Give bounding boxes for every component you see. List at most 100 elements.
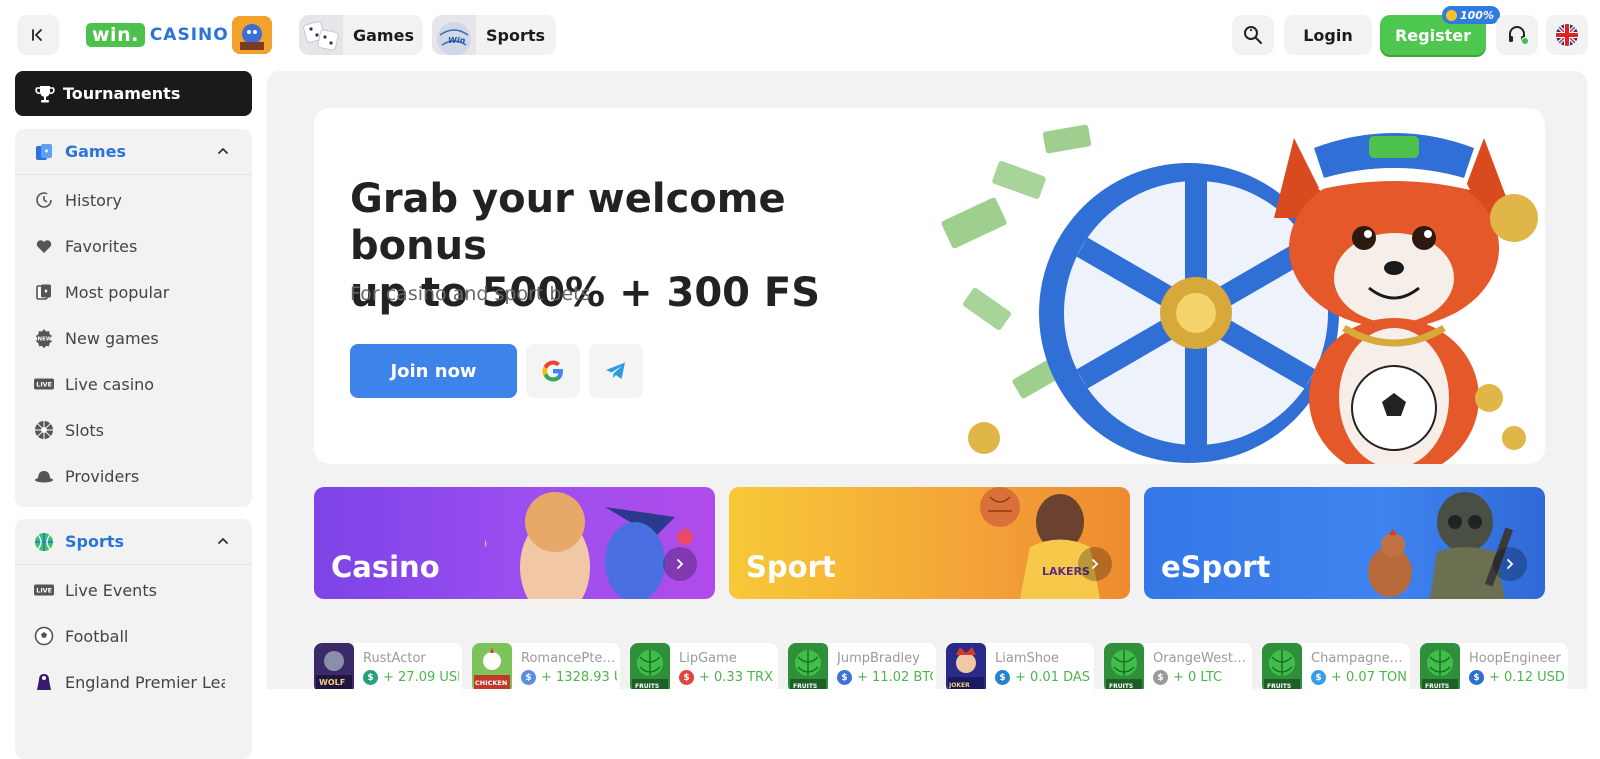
sidebar-item-history[interactable]: History [15, 177, 252, 223]
support-button[interactable] [1496, 15, 1538, 55]
language-button[interactable] [1546, 15, 1588, 55]
nav-sports-label: Sports [486, 25, 546, 45]
hero-title-line-1: Grab your welcome bonus [350, 176, 786, 269]
site-logo[interactable]: win. CASINO [86, 21, 229, 49]
currency-coin-icon: $ [1469, 670, 1484, 685]
win-amount: $ + 27.09 USDT [363, 670, 459, 685]
dice-icon [299, 15, 343, 55]
nav-games-label: Games [353, 25, 414, 45]
currency-coin-icon: $ [995, 670, 1010, 685]
telegram-login-button[interactable] [589, 344, 643, 398]
win-amount-value: + 11.02 BTC [857, 670, 933, 685]
telegram-icon [606, 362, 625, 379]
sidebar-item-label: Providers [65, 466, 140, 486]
svg-text:Win: Win [448, 36, 466, 45]
game-thumbnail[interactable]: FRUITS [1420, 643, 1460, 689]
svg-text:FRUITS: FRUITS [1425, 683, 1449, 689]
sidebar-item-label: Most popular [65, 282, 170, 302]
currency-coin-icon: $ [521, 670, 536, 685]
sidebar-item-providers[interactable]: Providers [15, 453, 252, 499]
recent-win-card[interactable]: FRUITS LipGame $ + 0.33 TRX [630, 643, 778, 689]
svg-text:WOLF: WOLF [319, 678, 345, 687]
svg-text:FRUITS: FRUITS [1109, 683, 1133, 689]
games-group-header[interactable]: Games [15, 129, 252, 175]
collapse-sidebar-button[interactable] [17, 15, 59, 55]
game-thumbnail[interactable]: CHICKEN [472, 643, 512, 689]
sport-card-illustration: LAKERS [980, 487, 1100, 599]
sports-group-title: Sports [65, 532, 125, 551]
nav-sports-button[interactable]: Win Sports [432, 15, 556, 55]
recent-win-card[interactable]: FRUITS OrangeWestern $ + 0 LTC [1104, 643, 1252, 689]
hero-subtitle: For casino and sport bets [350, 283, 591, 305]
recent-win-card[interactable]: FRUITS ChampagneFox $ + 0.07 TON [1262, 643, 1410, 689]
chevron-right-icon[interactable] [663, 547, 697, 581]
svg-text:NEW: NEW [38, 337, 52, 343]
sidebar-item-favorites[interactable]: Favorites [15, 223, 252, 269]
recent-win-card[interactable]: JOKER LiamShoe $ + 0.01 DASH [946, 643, 1094, 689]
sports-group-header[interactable]: Sports [15, 519, 252, 565]
search-button[interactable] [1232, 15, 1274, 55]
sidebar-item-label: Live casino [65, 374, 155, 394]
esport-category-card[interactable]: eSport [1144, 487, 1545, 599]
join-now-button[interactable]: Join now [350, 344, 517, 398]
sport-category-card[interactable]: LAKERS Sport [729, 487, 1130, 599]
sidebar-item-football[interactable]: Football [15, 613, 252, 659]
win-amount-value: + 27.09 USDT [383, 670, 459, 685]
game-thumbnail[interactable]: FRUITS [1104, 643, 1144, 689]
svg-text:CHICKEN: CHICKEN [475, 679, 507, 687]
win-amount-value: + 0.12 USDC [1489, 670, 1565, 685]
nav-games-button[interactable]: Games [299, 15, 423, 55]
google-login-button[interactable] [526, 344, 580, 398]
sidebar-item-label: New games [65, 328, 159, 348]
ball-icon: Win [432, 15, 476, 55]
sport-category-label: Sport [746, 550, 836, 584]
sports-group: Sports LIVE Live Events Football England… [15, 519, 252, 759]
svg-text:JOKER: JOKER [948, 682, 970, 689]
sidebar-item-live-events[interactable]: LIVE Live Events [15, 567, 252, 613]
chevron-right-icon[interactable] [1493, 547, 1527, 581]
games-group-title: Games [65, 142, 126, 161]
sports-ball-icon [35, 532, 53, 551]
trophy-icon [35, 85, 55, 102]
sidebar-item-live-casino[interactable]: LIVE Live casino [15, 361, 252, 407]
tournaments-label: Tournaments [63, 84, 181, 103]
game-thumbnail[interactable]: FRUITS [1262, 643, 1302, 689]
promo-game-thumbnail[interactable] [232, 16, 272, 54]
sidebar-item-most-popular[interactable]: Most popular [15, 269, 252, 315]
tournaments-button[interactable]: Tournaments [15, 71, 252, 116]
league-icon [34, 672, 54, 692]
sidebar: Tournaments Games History Favorites Most… [15, 71, 252, 759]
casino-category-card[interactable]: BAR Casino [314, 487, 715, 599]
logo-casino: CASINO [149, 25, 229, 45]
logo-win: win. [86, 23, 145, 47]
game-thumbnail[interactable]: FRUITS [630, 643, 670, 689]
svg-text:FRUITS: FRUITS [793, 683, 817, 689]
slots-icon [34, 420, 54, 440]
recent-win-card[interactable]: FRUITS JumpBradley $ + 11.02 BTC [788, 643, 936, 689]
game-thumbnail[interactable]: WOLF [314, 643, 354, 689]
winner-username: RomancePterodactyl [521, 651, 617, 666]
sidebar-item-slots[interactable]: Slots [15, 407, 252, 453]
recent-win-card[interactable]: WOLF RustActor $ + 27.09 USDT [314, 643, 462, 689]
win-amount: $ + 0.01 DASH [995, 670, 1091, 685]
sidebar-item-england-premier-league[interactable]: England Premier League [15, 659, 252, 705]
online-status-dot [1521, 37, 1529, 45]
recent-win-card[interactable]: FRUITS HoopEngineer $ + 0.12 USDC [1420, 643, 1568, 689]
chevron-right-icon[interactable] [1078, 547, 1112, 581]
live-icon: LIVE [34, 580, 54, 600]
game-thumbnail[interactable]: JOKER [946, 643, 986, 689]
recent-win-card[interactable]: CHICKEN RomancePterodactyl $ + 1328.93 USDT [472, 643, 620, 689]
win-amount-value: + 0.01 DASH [1015, 670, 1091, 685]
sidebar-item-label: Favorites [65, 236, 138, 256]
sidebar-item-new-games[interactable]: NEW New games [15, 315, 252, 361]
winner-username: HoopEngineer [1469, 651, 1561, 666]
currency-coin-icon: $ [837, 670, 852, 685]
welcome-bonus-banner: Grab your welcome bonus up to 500% + 300… [314, 108, 1545, 464]
coin-icon [1446, 9, 1457, 21]
winner-username: LipGame [679, 651, 737, 666]
win-amount-value: + 0.33 TRX [699, 670, 773, 685]
winner-username: ChampagneFox [1311, 651, 1407, 666]
history-icon [34, 190, 54, 210]
game-thumbnail[interactable]: FRUITS [788, 643, 828, 689]
login-button[interactable]: Login [1284, 15, 1372, 55]
